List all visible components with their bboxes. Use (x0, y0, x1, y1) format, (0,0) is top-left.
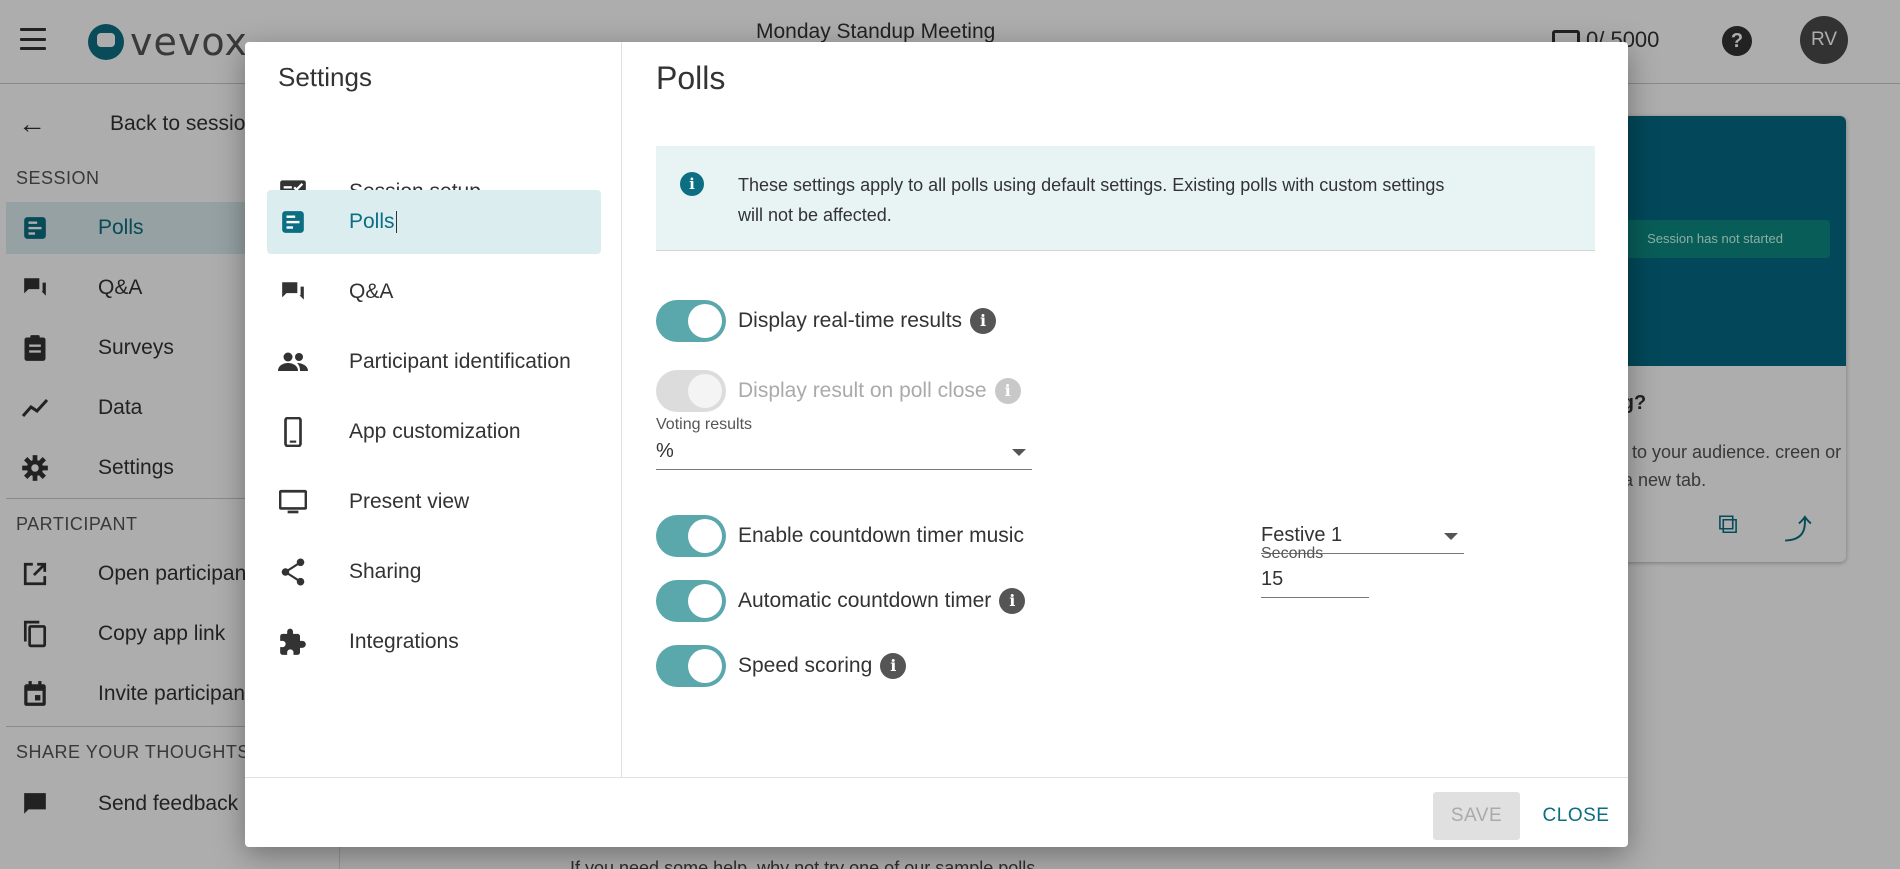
chevron-down-icon (1012, 449, 1026, 456)
settings-nav: Settings Session setup Polls Q&A Partici… (245, 42, 622, 777)
polls-settings-pane: Polls i These settings apply to all poll… (623, 42, 1628, 777)
nav-item-label: Sharing (349, 560, 422, 583)
nav-item-polls[interactable]: Polls (267, 190, 601, 254)
info-icon[interactable]: i (994, 378, 1021, 404)
setting-display-real-time-results: Display real-time results i (656, 299, 997, 343)
people-icon (277, 346, 309, 378)
dialog-title: Settings (278, 62, 372, 92)
nav-item-integrations[interactable]: Integrations (267, 610, 601, 674)
info-icon: i (680, 172, 704, 196)
setting-speed-scoring: Speed scoring i (656, 644, 907, 688)
voting-results-select[interactable]: % (656, 436, 1032, 470)
nav-item-label: Present view (349, 490, 470, 513)
toggle-label: Display result on poll close (738, 379, 987, 402)
nav-item-present-view[interactable]: Present view (267, 470, 601, 534)
toggle-label: Enable countdown timer music (738, 524, 1024, 547)
info-icon[interactable]: i (970, 308, 997, 334)
nav-item-qa[interactable]: Q&A (267, 260, 601, 324)
pane-title: Polls (656, 60, 726, 96)
automatic-countdown-toggle[interactable] (656, 580, 726, 622)
qa-icon (277, 276, 309, 308)
toggle-label: Speed scoring (738, 654, 873, 677)
setting-automatic-countdown-timer: Automatic countdown timer i (656, 579, 1026, 623)
result-on-poll-close-toggle[interactable] (656, 370, 726, 412)
info-banner: i These settings apply to all polls usin… (656, 146, 1595, 251)
real-time-results-toggle[interactable] (656, 300, 726, 342)
toggle-label: Display real-time results (738, 309, 963, 332)
voting-results-value: % (656, 440, 674, 462)
text-caret (395, 211, 397, 233)
share-icon (277, 556, 309, 588)
setting-display-result-on-poll-close: Display result on poll close i (656, 369, 1021, 413)
nav-item-label: Integrations (349, 630, 459, 653)
toggle-label: Automatic countdown timer (738, 589, 992, 612)
setting-enable-countdown-timer-music: Enable countdown timer music (656, 514, 1024, 558)
nav-item-label: App customization (349, 420, 521, 443)
info-icon[interactable]: i (880, 653, 907, 679)
dialog-footer: SAVE CLOSE (245, 777, 1628, 847)
save-button[interactable]: SAVE (1433, 792, 1520, 840)
chevron-down-icon (1444, 533, 1458, 540)
nav-item-label: Polls (349, 210, 395, 233)
info-icon[interactable]: i (999, 588, 1026, 614)
nav-item-participant-identification[interactable]: Participant identification (267, 330, 601, 394)
nav-item-label: Participant identification (349, 350, 571, 373)
speed-scoring-toggle[interactable] (656, 645, 726, 687)
music-track-value: Festive 1 (1261, 524, 1343, 546)
polls-icon (277, 206, 309, 238)
puzzle-icon (277, 626, 309, 658)
monitor-icon (277, 486, 309, 518)
close-button[interactable]: CLOSE (1541, 792, 1611, 840)
voting-results-label: Voting results (656, 416, 753, 433)
nav-item-sharing[interactable]: Sharing (267, 540, 601, 604)
seconds-label: Seconds (1261, 545, 1324, 562)
nav-item-app-customization[interactable]: App customization (267, 400, 601, 464)
info-text: These settings apply to all polls using … (738, 175, 1445, 225)
phone-icon (277, 416, 309, 448)
settings-dialog: Settings Session setup Polls Q&A Partici… (245, 42, 1628, 847)
nav-item-label: Q&A (349, 280, 394, 303)
seconds-input[interactable]: 15 (1261, 564, 1369, 598)
countdown-music-toggle[interactable] (656, 515, 726, 557)
